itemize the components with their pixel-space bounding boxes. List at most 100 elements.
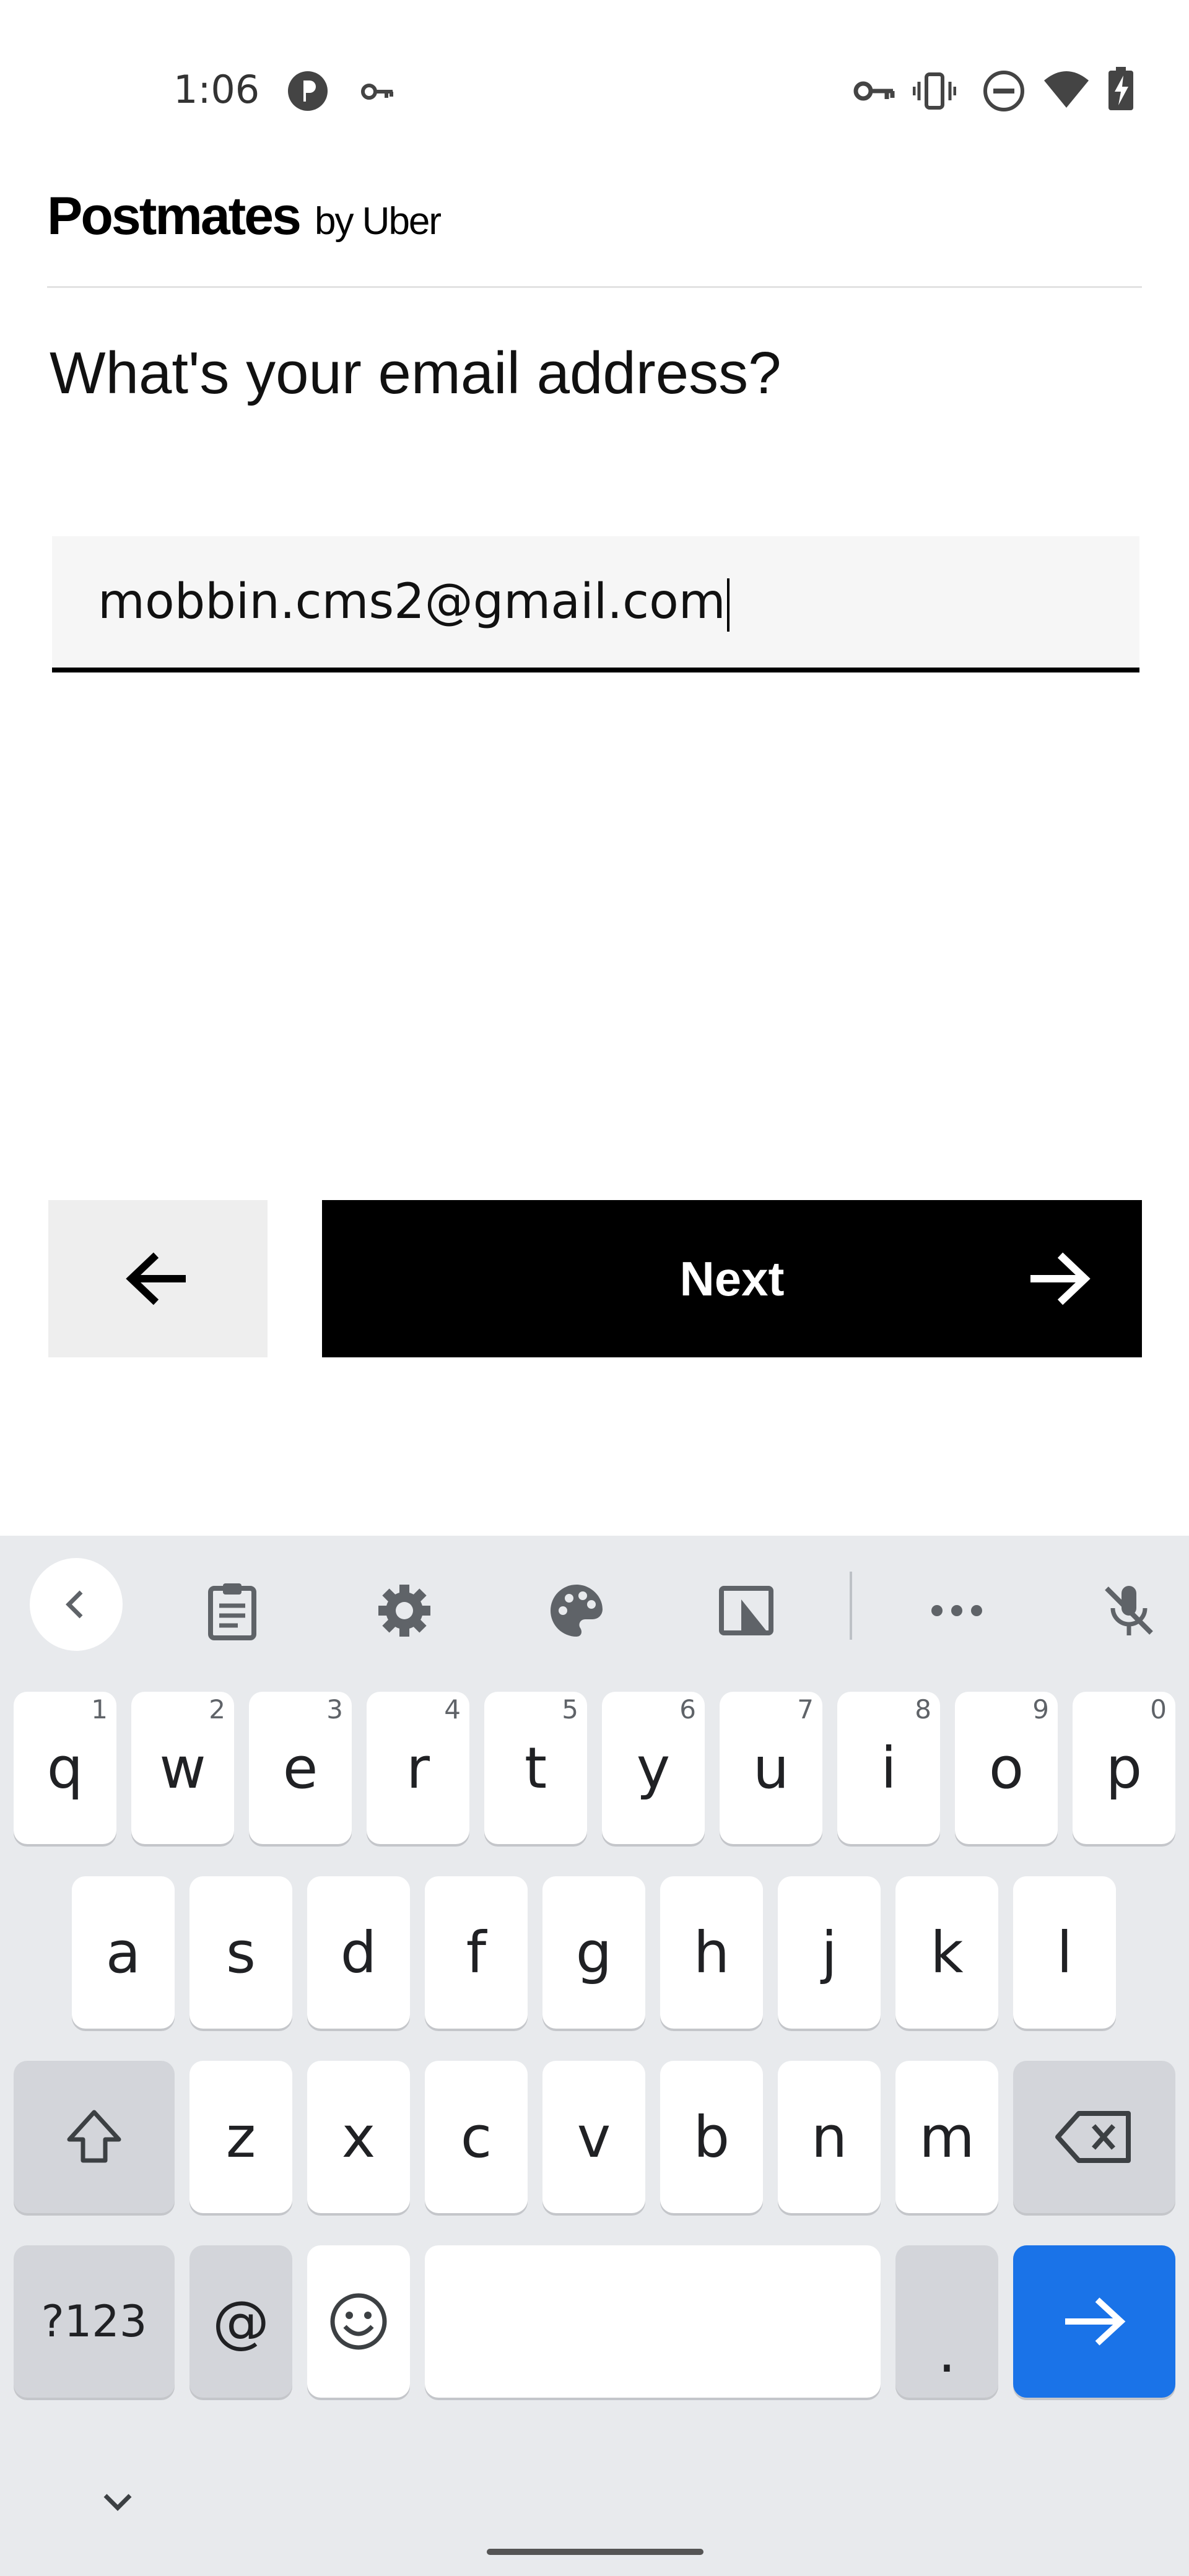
key-v[interactable]: v: [542, 2061, 645, 2213]
space-key[interactable]: [425, 2245, 881, 2398]
key-label: p: [1105, 1734, 1143, 1801]
arrow-right-icon: [1065, 2297, 1126, 2346]
key-label: a: [105, 1919, 141, 1986]
backspace-key[interactable]: [1013, 2061, 1175, 2213]
email-field[interactable]: mobbin.cms2@gmail.com: [52, 536, 1139, 672]
key-label: u: [752, 1734, 790, 1801]
key-c[interactable]: c: [425, 2061, 528, 2213]
key-label: k: [930, 1919, 964, 1986]
app-badge-icon: [286, 69, 329, 113]
next-button-label: Next: [679, 1251, 785, 1306]
do-not-disturb-icon: [982, 69, 1026, 113]
key-g[interactable]: g: [542, 1876, 645, 2029]
arrow-right-icon: [1030, 1252, 1091, 1305]
key-label: g: [575, 1919, 612, 1986]
key-q[interactable]: q1: [14, 1692, 116, 1844]
key-k[interactable]: k: [895, 1876, 998, 2029]
key-hint: 1: [91, 1694, 108, 1725]
key-label: b: [693, 2104, 730, 2170]
shift-key[interactable]: [14, 2061, 175, 2213]
key-u[interactable]: u7: [720, 1692, 822, 1844]
keyboard: q1 w2 e3 r4 t5 y6 u7 i8 o9 p0 a s d f g …: [0, 1536, 1189, 2576]
key-label: e: [282, 1734, 318, 1801]
key-label: j: [821, 1919, 837, 1986]
key-hint: 5: [562, 1694, 578, 1725]
key-label: o: [988, 1734, 1024, 1801]
next-button[interactable]: Next: [322, 1200, 1142, 1357]
shift-icon: [67, 2110, 121, 2163]
backspace-icon: [1055, 2111, 1131, 2163]
key-w[interactable]: w2: [131, 1692, 234, 1844]
key-hint: 8: [915, 1694, 931, 1725]
key-b[interactable]: b: [660, 2061, 763, 2213]
key-label: s: [226, 1919, 256, 1986]
chevron-left-icon[interactable]: [30, 1558, 123, 1651]
key-s[interactable]: s: [189, 1876, 292, 2029]
key-o[interactable]: o9: [955, 1692, 1058, 1844]
key-y[interactable]: y6: [602, 1692, 705, 1844]
period-key[interactable]: .: [895, 2245, 998, 2398]
key-label: q: [46, 1734, 84, 1801]
chevron-down-icon[interactable]: [87, 2477, 149, 2526]
key-hint: 2: [209, 1694, 225, 1725]
key-hint: 9: [1032, 1694, 1049, 1725]
enter-key[interactable]: [1013, 2245, 1175, 2398]
key-l[interactable]: l: [1013, 1876, 1116, 2029]
key-label: t: [524, 1734, 547, 1801]
key-h[interactable]: h: [660, 1876, 763, 2029]
key-d[interactable]: d: [307, 1876, 410, 2029]
key-hint: 6: [679, 1694, 696, 1725]
text-cursor: [726, 578, 730, 632]
brand-by-uber: by Uber: [314, 200, 442, 243]
page-title: What's your email address?: [50, 340, 782, 406]
key-label: .: [938, 2319, 956, 2385]
key-hint: 0: [1150, 1694, 1167, 1725]
email-value-text: mobbin.cms2@gmail.com: [98, 574, 726, 630]
wifi-icon: [1043, 69, 1090, 110]
key-label: f: [466, 1919, 487, 1986]
key-label: d: [340, 1919, 377, 1986]
at-key[interactable]: @: [189, 2245, 292, 2398]
key-n[interactable]: n: [778, 2061, 881, 2213]
key-j[interactable]: j: [778, 1876, 881, 2029]
key-t[interactable]: t5: [484, 1692, 587, 1844]
clipboard-icon[interactable]: [198, 1577, 266, 1645]
battery-charging-icon: [1107, 67, 1135, 111]
key-r[interactable]: r4: [367, 1692, 469, 1844]
floating-keyboard-icon[interactable]: [712, 1577, 780, 1645]
more-icon[interactable]: [923, 1577, 991, 1645]
key-label: c: [460, 2104, 492, 2170]
key-a[interactable]: a: [72, 1876, 175, 2029]
symbols-key[interactable]: ?123: [14, 2245, 175, 2398]
key-label: x: [341, 2104, 376, 2170]
email-input-value[interactable]: mobbin.cms2@gmail.com: [98, 536, 730, 668]
key-m[interactable]: m: [895, 2061, 998, 2213]
key-label: ?123: [41, 2296, 147, 2347]
key-label: h: [693, 1919, 730, 1986]
key-f[interactable]: f: [425, 1876, 528, 2029]
mic-off-icon[interactable]: [1095, 1577, 1163, 1645]
key-i[interactable]: i8: [837, 1692, 940, 1844]
vpn-key-icon: [853, 77, 895, 105]
settings-icon[interactable]: [370, 1577, 438, 1645]
key-label: @: [212, 2288, 269, 2355]
vibrate-icon: [913, 69, 956, 113]
back-button[interactable]: [48, 1200, 268, 1357]
key-label: y: [636, 1734, 671, 1801]
home-indicator[interactable]: [487, 2549, 703, 2555]
key-label: v: [577, 2104, 611, 2170]
emoji-icon: [330, 2293, 387, 2350]
app-logo: Postmates by Uber: [47, 186, 442, 247]
key-z[interactable]: z: [189, 2061, 292, 2213]
key-label: r: [406, 1734, 430, 1801]
brand-name: Postmates: [47, 186, 302, 246]
key-p[interactable]: p0: [1073, 1692, 1175, 1844]
key-label: i: [881, 1734, 897, 1801]
emoji-key[interactable]: [307, 2245, 410, 2398]
header-divider: [47, 286, 1142, 288]
key-x[interactable]: x: [307, 2061, 410, 2213]
key-label: m: [919, 2104, 975, 2170]
key-label: w: [159, 1734, 206, 1801]
palette-icon[interactable]: [542, 1577, 611, 1645]
key-e[interactable]: e3: [249, 1692, 352, 1844]
